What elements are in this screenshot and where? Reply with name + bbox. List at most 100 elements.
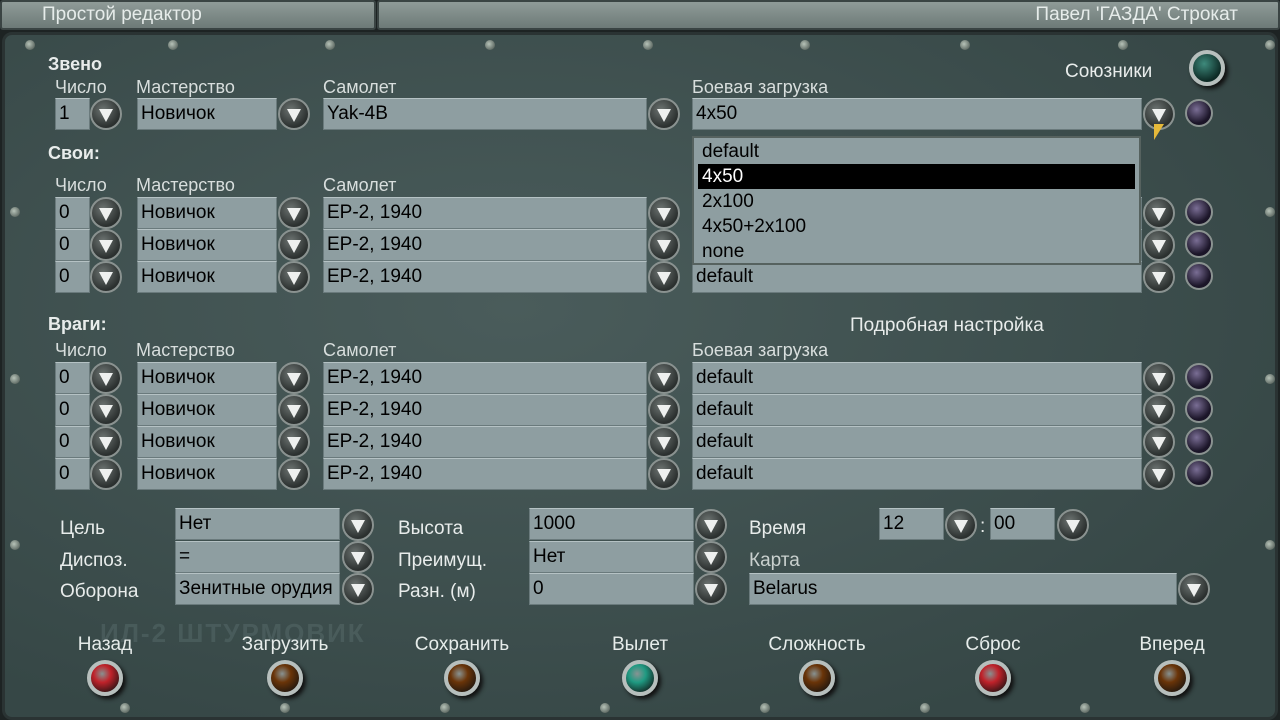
minute-dropdown-button[interactable]: [1057, 509, 1089, 541]
enemy-row-load-field[interactable]: default: [692, 426, 1142, 458]
advantage-dropdown-button[interactable]: [695, 541, 727, 573]
enemy-row-count-field[interactable]: 0: [55, 426, 90, 458]
map-field[interactable]: Belarus: [749, 573, 1177, 605]
friend-row-detail-toggle[interactable]: [1185, 198, 1213, 226]
flight-plane-field[interactable]: Yak-4B: [323, 98, 647, 130]
enemy-row-detail-toggle[interactable]: [1185, 459, 1213, 487]
dispos-dropdown-button[interactable]: [342, 541, 374, 573]
allies-toggle[interactable]: [1189, 50, 1225, 86]
friend-row-count-dropdown-button[interactable]: [90, 229, 122, 261]
enemy-row-plane-field[interactable]: ЕР-2, 1940: [323, 394, 647, 426]
enemy-row-load-field[interactable]: default: [692, 458, 1142, 490]
flight-skill-dropdown-button[interactable]: [278, 98, 310, 130]
enemy-row-plane-dropdown-button[interactable]: [648, 458, 680, 490]
load-option[interactable]: default: [698, 139, 1135, 164]
bottom-button-3[interactable]: [622, 660, 658, 696]
hour-dropdown-button[interactable]: [945, 509, 977, 541]
friend-row-plane-dropdown-button[interactable]: [648, 197, 680, 229]
diff-dropdown-button[interactable]: [695, 573, 727, 605]
enemy-row-count-dropdown-button[interactable]: [90, 426, 122, 458]
friend-row-skill-field[interactable]: Новичок: [137, 229, 277, 261]
friend-row-plane-dropdown-button[interactable]: [648, 261, 680, 293]
friend-row-load-field[interactable]: default: [692, 261, 1142, 293]
friend-row-load-dropdown-button[interactable]: [1143, 197, 1175, 229]
enemy-row-skill-dropdown-button[interactable]: [278, 426, 310, 458]
load-option[interactable]: 2x100: [698, 189, 1135, 214]
flight-skill-field[interactable]: Новичок: [137, 98, 277, 130]
enemy-row-count-field[interactable]: 0: [55, 458, 90, 490]
friend-row-detail-toggle[interactable]: [1185, 230, 1213, 258]
friend-row-load-dropdown-button[interactable]: [1143, 261, 1175, 293]
friend-row-skill-field[interactable]: Новичок: [137, 197, 277, 229]
enemy-row-skill-field[interactable]: Новичок: [137, 458, 277, 490]
load-dropdown-list[interactable]: default 4x50 2x100 4x50+2x100 none: [692, 136, 1141, 265]
friend-row-plane-field[interactable]: ЕР-2, 1940: [323, 197, 647, 229]
bottom-button-1[interactable]: [267, 660, 303, 696]
enemy-row-skill-dropdown-button[interactable]: [278, 458, 310, 490]
enemy-row-skill-dropdown-button[interactable]: [278, 362, 310, 394]
enemy-row-load-dropdown-button[interactable]: [1143, 458, 1175, 490]
friend-row-load-dropdown-button[interactable]: [1143, 229, 1175, 261]
bottom-button-4[interactable]: [799, 660, 835, 696]
flight-load-field[interactable]: 4x50: [692, 98, 1142, 130]
enemy-row-detail-toggle[interactable]: [1185, 395, 1213, 423]
friend-row-count-dropdown-button[interactable]: [90, 197, 122, 229]
friend-row-skill-dropdown-button[interactable]: [278, 229, 310, 261]
bottom-button-2[interactable]: [444, 660, 480, 696]
enemy-row-skill-field[interactable]: Новичок: [137, 426, 277, 458]
defense-dropdown-button[interactable]: [342, 573, 374, 605]
flight-count-dropdown-button[interactable]: [90, 98, 122, 130]
friend-row-detail-toggle[interactable]: [1185, 262, 1213, 290]
enemy-row-skill-field[interactable]: Новичок: [137, 394, 277, 426]
enemy-row-plane-field[interactable]: ЕР-2, 1940: [323, 362, 647, 394]
friend-row-skill-dropdown-button[interactable]: [278, 197, 310, 229]
friend-row-skill-dropdown-button[interactable]: [278, 261, 310, 293]
map-dropdown-button[interactable]: [1178, 573, 1210, 605]
enemy-row-plane-field[interactable]: ЕР-2, 1940: [323, 458, 647, 490]
enemy-row-plane-dropdown-button[interactable]: [648, 362, 680, 394]
load-option[interactable]: 4x50+2x100: [698, 214, 1135, 239]
friend-row-plane-field[interactable]: ЕР-2, 1940: [323, 229, 647, 261]
enemy-row-count-dropdown-button[interactable]: [90, 394, 122, 426]
enemy-row-plane-dropdown-button[interactable]: [648, 394, 680, 426]
diff-field[interactable]: 0: [529, 573, 694, 605]
friend-row-skill-field[interactable]: Новичок: [137, 261, 277, 293]
bottom-button-0[interactable]: [87, 660, 123, 696]
defense-field[interactable]: Зенитные орудия: [175, 573, 340, 605]
enemy-row-load-field[interactable]: default: [692, 394, 1142, 426]
enemy-row-count-field[interactable]: 0: [55, 362, 90, 394]
enemy-row-load-dropdown-button[interactable]: [1143, 394, 1175, 426]
flight-count-field[interactable]: 1: [55, 98, 90, 130]
friend-row-plane-field[interactable]: ЕР-2, 1940: [323, 261, 647, 293]
enemy-row-load-dropdown-button[interactable]: [1143, 426, 1175, 458]
friend-row-count-dropdown-button[interactable]: [90, 261, 122, 293]
enemy-row-skill-field[interactable]: Новичок: [137, 362, 277, 394]
enemy-row-count-field[interactable]: 0: [55, 394, 90, 426]
dispos-field[interactable]: =: [175, 541, 340, 573]
friend-row-plane-dropdown-button[interactable]: [648, 229, 680, 261]
enemy-row-count-dropdown-button[interactable]: [90, 362, 122, 394]
enemy-row-skill-dropdown-button[interactable]: [278, 394, 310, 426]
bottom-button-6[interactable]: [1154, 660, 1190, 696]
enemy-row-plane-dropdown-button[interactable]: [648, 426, 680, 458]
advantage-field[interactable]: Нет: [529, 541, 694, 573]
minute-field[interactable]: 00: [990, 508, 1055, 540]
load-option[interactable]: 4x50: [698, 164, 1135, 189]
altitude-field[interactable]: 1000: [529, 508, 694, 540]
enemy-row-plane-field[interactable]: ЕР-2, 1940: [323, 426, 647, 458]
enemy-row-count-dropdown-button[interactable]: [90, 458, 122, 490]
bottom-button-5[interactable]: [975, 660, 1011, 696]
flight-detail-toggle[interactable]: [1185, 99, 1213, 127]
altitude-dropdown-button[interactable]: [695, 509, 727, 541]
target-dropdown-button[interactable]: [342, 509, 374, 541]
enemy-row-detail-toggle[interactable]: [1185, 427, 1213, 455]
friend-row-count-field[interactable]: 0: [55, 229, 90, 261]
friend-row-count-field[interactable]: 0: [55, 261, 90, 293]
hour-field[interactable]: 12: [879, 508, 944, 540]
enemy-row-load-dropdown-button[interactable]: [1143, 362, 1175, 394]
target-field[interactable]: Нет: [175, 508, 340, 540]
load-option[interactable]: none: [698, 239, 1135, 264]
enemy-row-detail-toggle[interactable]: [1185, 363, 1213, 391]
friend-row-count-field[interactable]: 0: [55, 197, 90, 229]
enemy-row-load-field[interactable]: default: [692, 362, 1142, 394]
